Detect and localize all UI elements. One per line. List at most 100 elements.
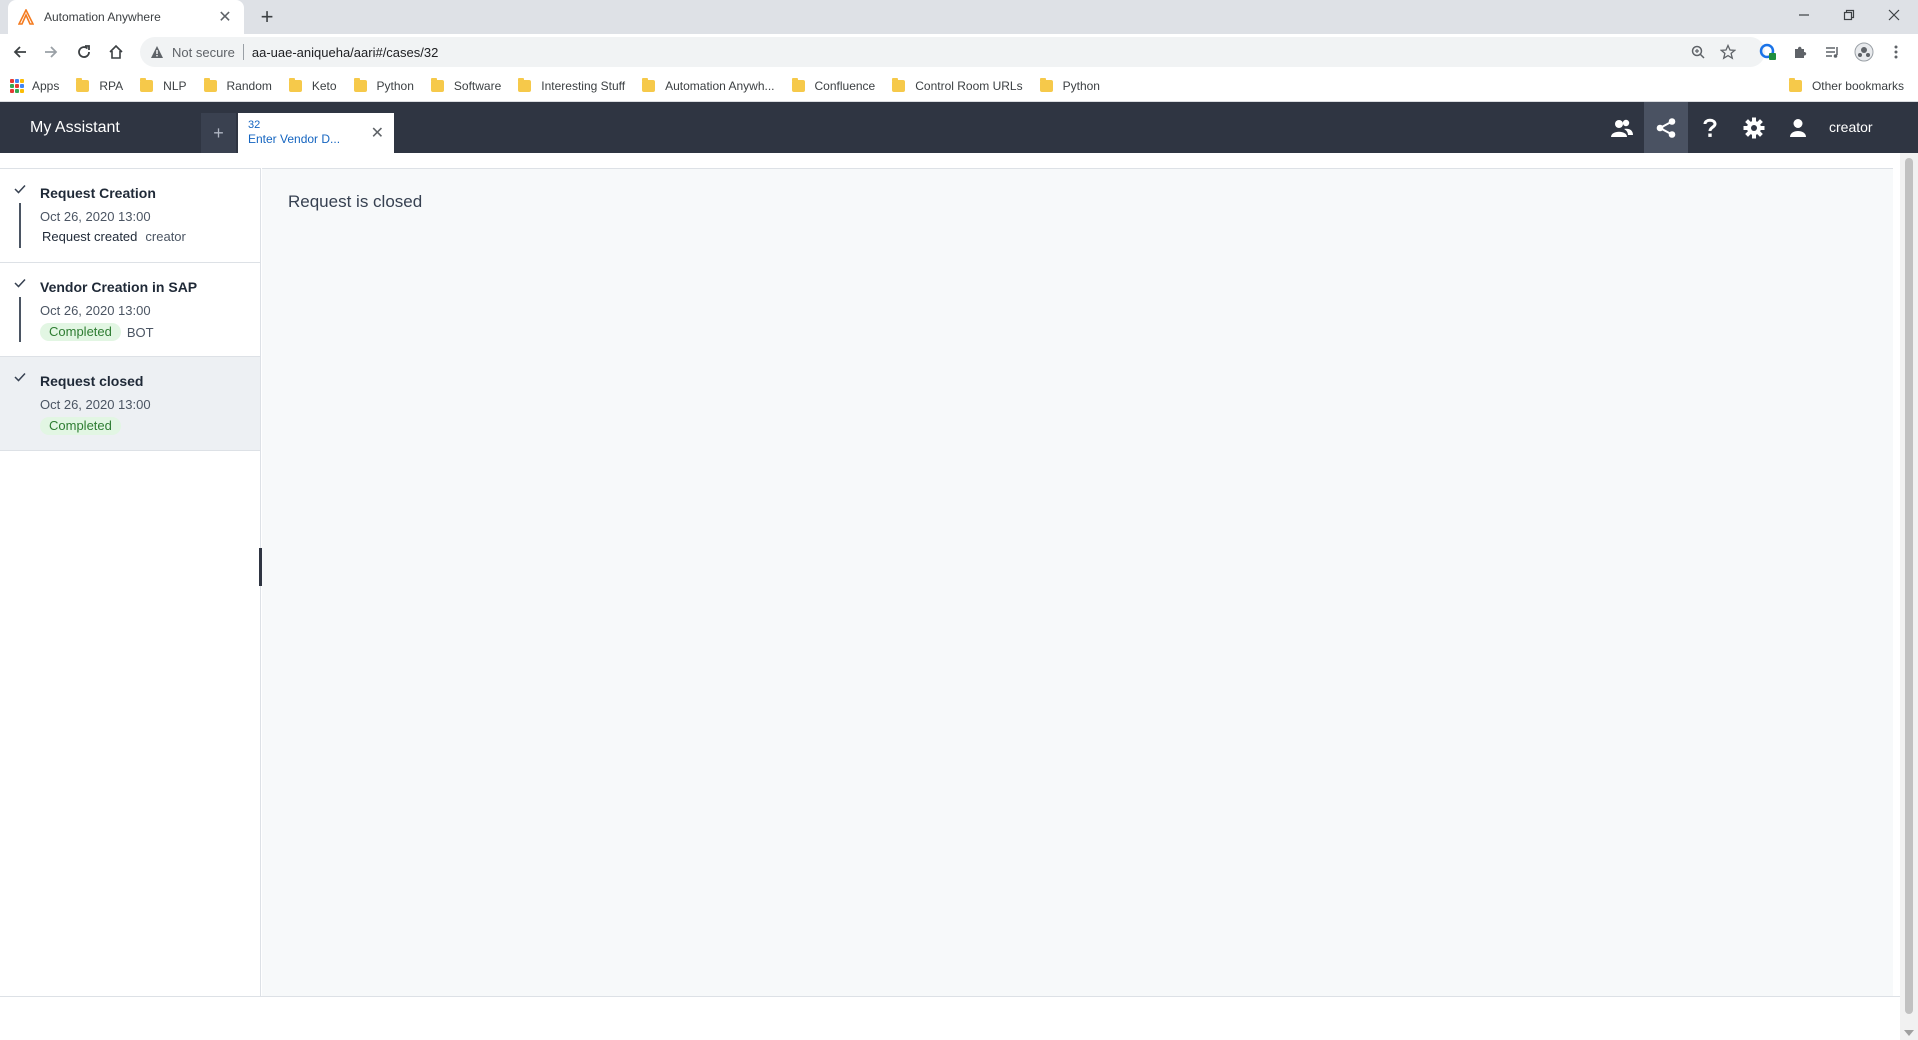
browser-tab-title: Automation Anywhere [44,10,161,24]
checkmark-icon [14,372,26,382]
close-window-icon[interactable] [1872,0,1916,30]
bookmark-label: NLP [163,78,187,93]
folder-icon [642,77,656,92]
puzzle-extensions-icon[interactable] [1786,38,1814,66]
step-title: Request Creation [40,185,156,201]
tab-close-icon[interactable]: ✕ [216,7,234,27]
step-date: Oct 26, 2020 13:00 [40,303,151,318]
folder-icon [288,77,302,92]
bookmark-folder-software[interactable]: Software [430,77,502,93]
address-bar[interactable]: Not secure aa-uae-aniqueha/aari#/cases/3… [140,37,1765,67]
back-arrow-icon[interactable] [6,38,34,66]
step-status: Request created [42,229,138,244]
browser-tab[interactable]: Automation Anywhere ✕ [8,0,244,34]
bookmark-apps[interactable]: Apps [10,78,60,93]
folder-icon [518,77,532,92]
checkmark-icon [14,278,26,288]
bookmark-label: Automation Anywh... [665,78,775,93]
extension-shield-icon[interactable] [1754,38,1782,66]
apps-grid-icon [10,78,24,93]
bookmark-label: Python [1062,78,1100,93]
browser-titlebar: Automation Anywhere ✕ + [0,0,1918,34]
profile-avatar-icon[interactable] [1850,38,1878,66]
bookmark-folder-interesting-stuff[interactable]: Interesting Stuff [518,77,626,93]
other-bookmarks[interactable]: Other bookmarks [1788,70,1904,102]
content-area: Request Creation Oct 26, 2020 13:00 Requ… [0,153,1900,996]
step-actor: BOT [126,324,154,340]
case-tab[interactable]: 32 Enter Vendor D... ✕ [238,113,394,153]
bookmark-label: Control Room URLs [915,78,1023,93]
bookmark-label: Software [453,78,502,93]
step-title: Request closed [40,373,144,389]
user-icon[interactable] [1776,102,1820,153]
media-playlist-icon[interactable] [1818,38,1846,66]
bookmark-folder-rpa[interactable]: RPA [76,77,123,93]
case-id: 32 [248,119,261,131]
kebab-menu-icon[interactable] [1882,38,1910,66]
page-scrollbar[interactable] [1900,153,1918,1040]
bookmark-label: Interesting Stuff [541,78,626,93]
user-name[interactable]: creator [1829,102,1873,153]
minimize-icon[interactable] [1782,0,1826,30]
bookmark-label: Confluence [814,78,876,93]
browser-toolbar: Not secure aa-uae-aniqueha/aari#/cases/3… [0,34,1918,70]
share-icon[interactable] [1644,102,1688,153]
bookmark-folder-python[interactable]: Python [353,77,414,93]
bookmark-label: Python [376,78,414,93]
case-tab-close-icon[interactable]: ✕ [371,123,384,143]
bookmark-folder-keto[interactable]: Keto [288,77,337,93]
warning-triangle-icon [150,44,166,60]
folder-icon [1788,78,1802,92]
request-status-message: Request is closed [288,192,423,211]
bookmark-folder-python-2[interactable]: Python [1039,77,1100,93]
reload-icon[interactable] [70,38,98,66]
automation-anywhere-logo-icon [18,9,34,25]
folder-icon [353,77,367,92]
folder-icon [1039,77,1053,92]
timeline-sidebar: Request Creation Oct 26, 2020 13:00 Requ… [0,168,261,996]
help-icon[interactable] [1688,102,1732,153]
bookmarks-bar: Apps RPA NLP Random Keto Python Software… [0,70,1918,102]
status-badge: Completed [40,417,121,435]
app-header: My Assistant + 32 Enter Vendor D... ✕ cr… [0,102,1918,153]
timeline-connector [19,297,21,342]
not-secure-label: Not secure [172,44,235,60]
timeline-step[interactable]: Vendor Creation in SAP Oct 26, 2020 13:0… [0,263,260,357]
url-text[interactable]: aa-uae-aniqueha/aari#/cases/32 [252,45,438,60]
restore-icon[interactable] [1827,0,1871,30]
bookmark-folder-random[interactable]: Random [203,77,272,93]
status-badge: Completed [40,323,121,341]
bookmark-folder-nlp[interactable]: NLP [140,77,187,93]
scroll-down-arrow-icon[interactable] [1904,1030,1914,1036]
zoom-icon[interactable] [1684,38,1712,66]
star-bookmark-icon[interactable] [1714,38,1742,66]
timeline-connector [19,203,21,248]
new-tab-button[interactable]: + [254,4,280,30]
team-icon[interactable] [1600,102,1644,153]
main-pane: Request is closed [262,168,1893,996]
folder-icon [791,77,805,92]
footer-strip [0,996,1900,1040]
step-date: Oct 26, 2020 13:00 [40,397,151,412]
timeline-step[interactable]: Request Creation Oct 26, 2020 13:00 Requ… [0,169,260,263]
folder-icon [140,77,154,92]
bookmark-folder-control-room-urls[interactable]: Control Room URLs [892,77,1023,93]
step-title: Vendor Creation in SAP [40,279,198,295]
app-title[interactable]: My Assistant [30,102,120,153]
step-date: Oct 26, 2020 13:00 [40,209,151,224]
bookmark-label: Keto [311,78,337,93]
bookmark-folder-confluence[interactable]: Confluence [791,77,876,93]
case-name: Enter Vendor D... [248,132,341,146]
bookmark-label: Random [226,78,272,93]
add-case-button[interactable]: + [201,113,236,153]
scrollbar-thumb[interactable] [1905,158,1913,1014]
gear-icon[interactable] [1732,102,1776,153]
timeline-step-selected[interactable]: Request closed Oct 26, 2020 13:00 Comple… [0,357,260,451]
bookmark-folder-automation-anywhere[interactable]: Automation Anywh... [642,77,775,93]
folder-icon [203,77,217,92]
forward-arrow-icon[interactable] [37,38,65,66]
folder-icon [76,77,90,92]
bookmark-label: Apps [32,78,60,93]
home-icon[interactable] [102,38,130,66]
folder-icon [892,77,906,92]
